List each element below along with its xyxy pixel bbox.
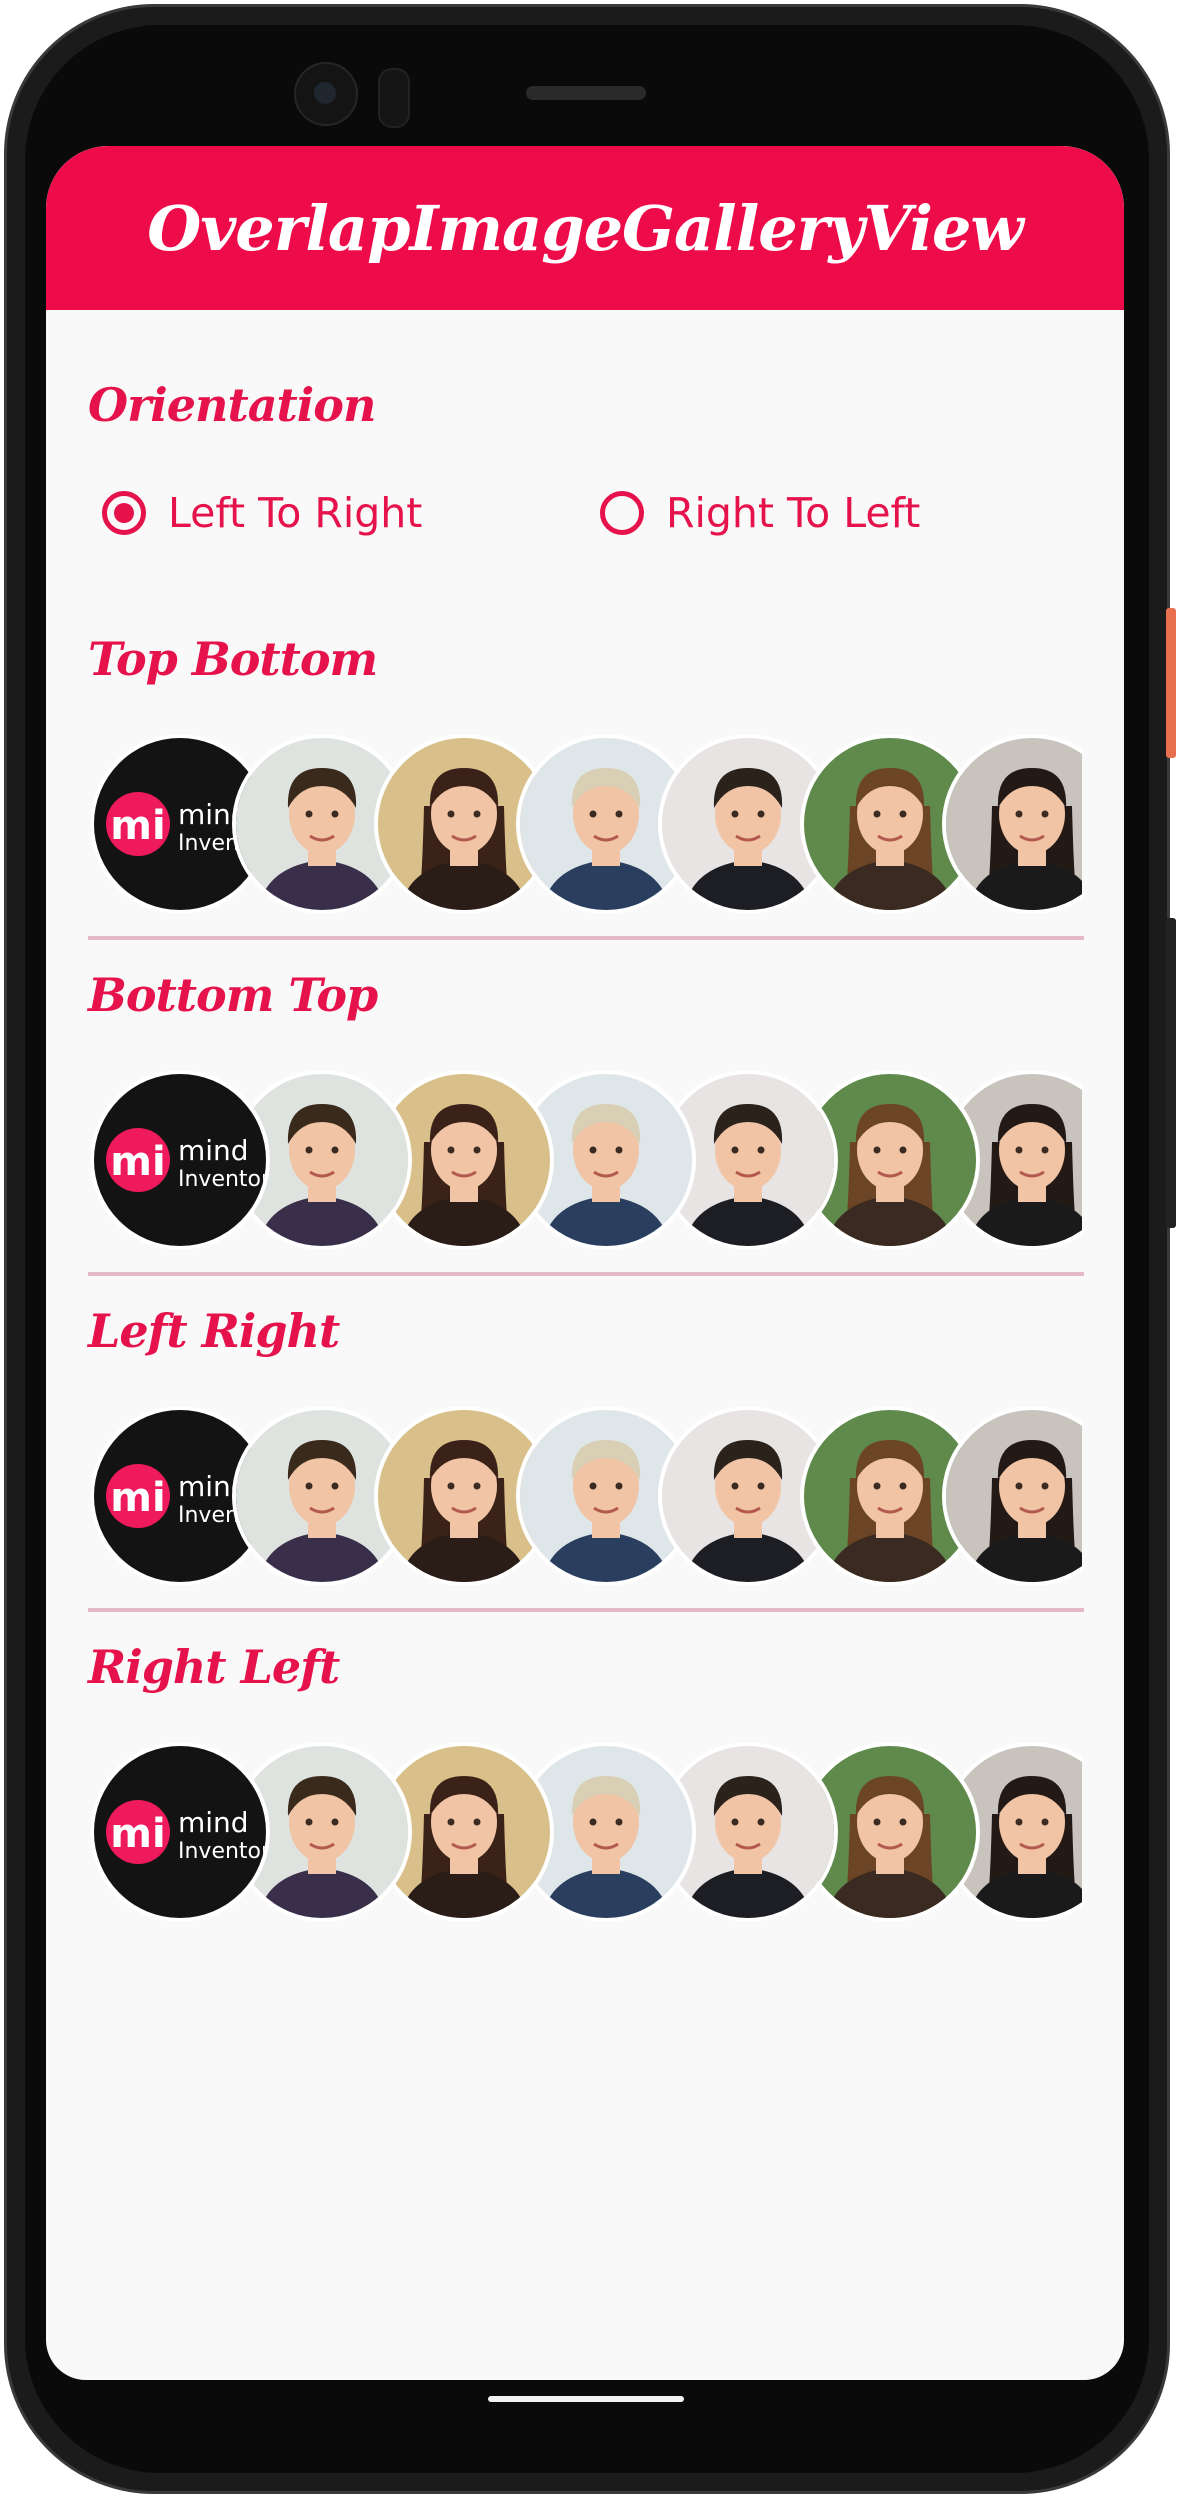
gesture-nav-bar[interactable]: [488, 2396, 684, 2402]
earpiece-speaker: [526, 86, 646, 100]
radio-unchecked-icon[interactable]: [600, 491, 644, 535]
divider: [88, 1608, 1084, 1612]
svg-text:Inventory: Inventory: [178, 1167, 266, 1192]
gallery-top-bottom[interactable]: mi mind Inventory: [90, 734, 1082, 918]
gallery-left-right[interactable]: mi mind Inventory: [90, 1406, 1082, 1590]
radio-left-to-right[interactable]: Left To Right: [102, 489, 422, 537]
volume-button[interactable]: [1166, 918, 1176, 1228]
power-button[interactable]: [1166, 608, 1176, 758]
radio-label-right-to-left: Right To Left: [666, 489, 921, 537]
svg-text:mi: mi: [110, 1139, 165, 1185]
avatar-woman-dark-hair[interactable]: [942, 734, 1082, 914]
gallery-title-left-right: Left Right: [88, 1304, 340, 1358]
proximity-sensor: [378, 68, 410, 128]
svg-text:mind: mind: [178, 1806, 249, 1839]
orientation-title: Orientation: [88, 378, 376, 432]
radio-right-to-left[interactable]: Right To Left: [600, 489, 920, 537]
avatar-logo[interactable]: mi mind Inventory: [90, 1742, 270, 1922]
gallery-right-left[interactable]: mi mind Inventory: [90, 1742, 1082, 1926]
svg-text:mi: mi: [110, 1475, 165, 1521]
gallery-title-top-bottom: Top Bottom: [88, 632, 378, 686]
svg-text:mi: mi: [110, 1811, 165, 1857]
svg-text:Inventory: Inventory: [178, 1839, 266, 1864]
front-camera: [294, 62, 358, 126]
radio-label-left-to-right: Left To Right: [168, 489, 423, 537]
svg-text:mi: mi: [110, 803, 165, 849]
screen: OverlapImageGalleryView Orientation Left…: [46, 146, 1124, 2380]
avatar-logo[interactable]: mi mind Inventory: [90, 1070, 270, 1250]
app-title: OverlapImageGalleryView: [147, 191, 1024, 265]
gallery-title-right-left: Right Left: [88, 1640, 340, 1694]
gallery-title-bottom-top: Bottom Top: [88, 968, 378, 1022]
svg-text:mind: mind: [178, 1134, 249, 1167]
gallery-bottom-top[interactable]: mi mind Inventory: [90, 1070, 1082, 1254]
avatar-woman-dark-hair[interactable]: [942, 1406, 1082, 1586]
divider: [88, 936, 1084, 940]
divider: [88, 1272, 1084, 1276]
app-bar: OverlapImageGalleryView: [46, 146, 1124, 310]
radio-checked-icon[interactable]: [102, 491, 146, 535]
